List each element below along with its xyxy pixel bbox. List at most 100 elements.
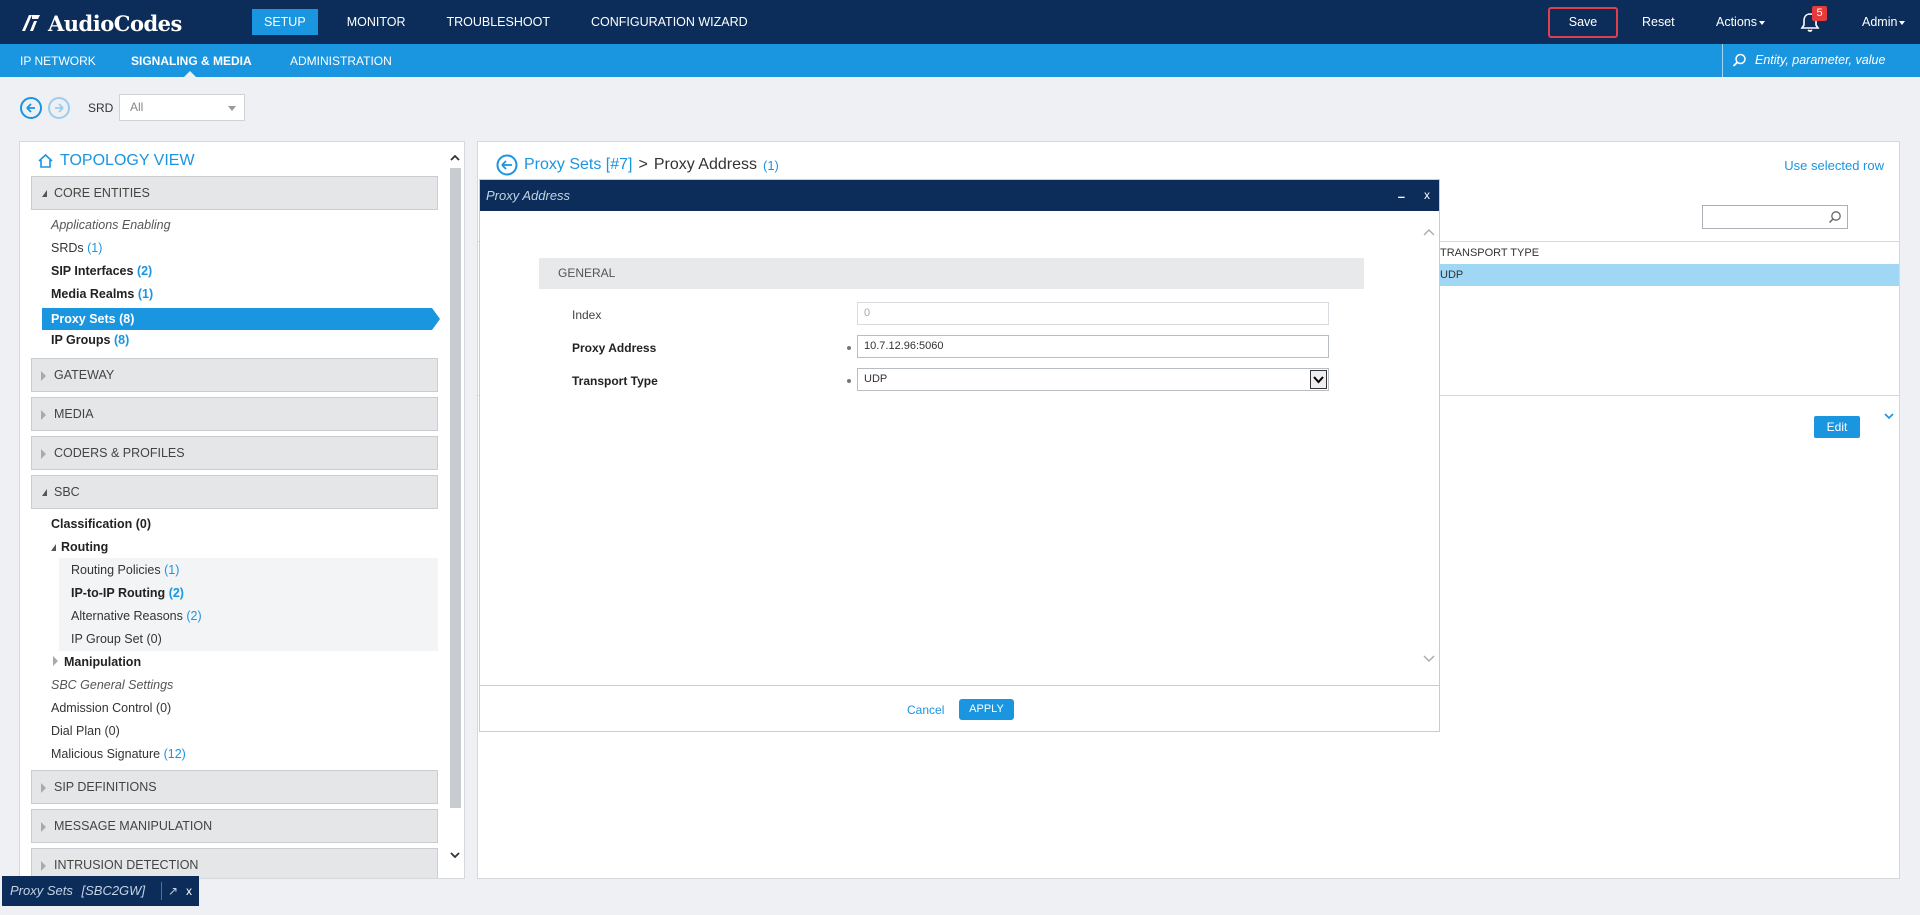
tree-item-media-realms[interactable]: Media Realms (1) [51,287,153,301]
dropdown-button[interactable] [1310,370,1327,389]
category-label: INTRUSION DETECTION [54,858,199,872]
top-bar: AudioCodes SETUP MONITOR TROUBLESHOOT CO… [0,0,1920,44]
category-label: CORE ENTITIES [54,186,150,200]
breadcrumb-current: Proxy Address [653,156,757,173]
category-media[interactable]: MEDIA [31,397,438,431]
table-search-input[interactable] [1702,205,1848,229]
cancel-button[interactable]: Cancel [907,703,944,717]
chevron-down-icon [1313,376,1324,384]
admin-menu[interactable]: Admin [1862,15,1906,29]
topology-view-link[interactable]: TOPOLOGY VIEW [37,152,195,170]
tab-label: Proxy Sets [10,883,73,898]
forward-button[interactable] [48,97,70,119]
use-selected-row-link[interactable]: Use selected row [1784,158,1884,173]
tab-context: [SBC2GW] [81,883,146,898]
dialog-footer-divider [480,685,1439,686]
tree-item-routing-policies[interactable]: Routing Policies (1) [71,563,179,577]
tree-item-srds[interactable]: SRDs (1) [51,241,102,255]
tree-item-manipulation[interactable]: Manipulation [53,655,141,669]
nav-configuration-wizard[interactable]: CONFIGURATION WIZARD [579,9,760,35]
tree-item-label: SRDs [51,241,84,255]
global-search[interactable]: Entity, parameter, value [1722,44,1920,77]
search-icon [1732,53,1746,67]
table-row[interactable]: UDP [1440,264,1899,286]
tree-item-sbc-general-settings[interactable]: SBC General Settings [51,678,173,692]
index-label: Index [572,308,602,322]
scrollbar-thumb[interactable] [450,168,461,808]
tree-item-count: (2) [136,264,153,278]
subnav-ip-network[interactable]: IP NETWORK [20,54,96,68]
back-button[interactable] [20,97,42,119]
close-tab-button[interactable]: x [186,876,192,906]
subnav-administration[interactable]: ADMINISTRATION [290,54,392,68]
tree-item-ip-groups[interactable]: IP Groups (8) [51,333,129,347]
category-gateway[interactable]: GATEWAY [31,358,438,392]
breadcrumb: Proxy Sets [#7] > Proxy Address (1) [496,154,779,176]
tree-item-malicious-signature[interactable]: Malicious Signature (12) [51,747,186,761]
reset-button[interactable]: Reset [1642,15,1675,29]
tree-item-proxy-sets[interactable]: Proxy Sets (8) [42,308,440,330]
category-label: SBC [54,485,80,499]
required-marker [847,379,851,383]
nav-monitor[interactable]: MONITOR [335,9,418,35]
tree-item-label: IP Groups [51,333,111,347]
audiocodes-logo[interactable]: AudioCodes [20,11,182,36]
close-button[interactable]: x [1424,180,1430,211]
tree-item-count: (8) [114,333,130,347]
tree-item-sip-interfaces[interactable]: SIP Interfaces (2) [51,264,152,278]
chevron-down-icon [1759,20,1765,25]
tree-item-ip-to-ip-routing[interactable]: IP-to-IP Routing (2) [71,586,184,600]
category-coders-profiles[interactable]: CODERS & PROFILES [31,436,438,470]
chevron-up-icon[interactable] [449,152,461,164]
tree-item-count: (12) [163,747,186,761]
category-sip-definitions[interactable]: SIP DEFINITIONS [31,770,438,804]
srd-select[interactable]: All [119,94,245,121]
category-core-entities[interactable]: CORE ENTITIES [31,176,438,210]
topology-scrollbar[interactable] [446,142,464,878]
category-label: SIP DEFINITIONS [54,780,157,794]
srd-label: SRD [88,101,114,115]
chevron-up-icon[interactable] [1423,227,1435,237]
category-message-manipulation[interactable]: MESSAGE MANIPULATION [31,809,438,843]
chevron-down-icon [228,106,236,111]
proxy-address-field[interactable]: 10.7.12.96:5060 [857,335,1329,358]
collapsed-arrow-icon [41,371,46,381]
transport-type-select[interactable]: UDP [857,368,1329,391]
tree-item-admission-control[interactable]: Admission Control (0) [51,701,171,715]
breadcrumb-parent-link[interactable]: Proxy Sets [#7] [524,156,633,174]
tree-item-label: Alternative Reasons [71,609,183,623]
chevron-down-icon[interactable] [1423,654,1435,664]
tree-item-classification[interactable]: Classification (0) [51,517,151,531]
required-marker [847,346,851,350]
subnav-signaling-media[interactable]: SIGNALING & MEDIA [131,54,252,68]
nav-troubleshoot[interactable]: TROUBLESHOOT [434,9,562,35]
chevron-down-icon[interactable] [1883,410,1895,422]
home-icon [38,153,53,168]
nav-setup[interactable]: SETUP [252,9,318,35]
collapsed-arrow-icon [41,822,46,832]
tree-item-label: Media Realms [51,287,135,301]
minimize-button[interactable]: – [1398,181,1405,212]
tree-item-applications-enabling[interactable]: Applications Enabling [51,218,171,232]
open-page-tab[interactable]: Proxy Sets [SBC2GW] ↗ x [2,876,199,906]
back-circle-icon[interactable] [496,154,518,176]
actions-menu[interactable]: Actions [1716,15,1765,29]
chevron-down-icon [1899,20,1906,25]
tree-item-dial-plan[interactable]: Dial Plan (0) [51,724,120,738]
tree-item-ip-group-set[interactable]: IP Group Set (0) [71,632,162,646]
save-button[interactable]: Save [1548,7,1618,38]
chevron-down-icon[interactable] [449,849,461,861]
column-header-transport-type[interactable]: TRANSPORT TYPE [1440,242,1899,264]
edit-button[interactable]: Edit [1814,416,1860,438]
breadcrumb-count: (1) [763,157,779,173]
category-sbc[interactable]: SBC [31,475,438,509]
popout-icon[interactable]: ↗ [168,876,178,906]
main-nav: SETUP MONITOR TROUBLESHOOT CONFIGURATION… [252,9,777,35]
tree-item-routing[interactable]: Routing [51,540,108,554]
apply-button[interactable]: APPLY [959,699,1014,720]
dialog-title-bar[interactable]: Proxy Address [480,180,1439,211]
tree-item-alternative-reasons[interactable]: Alternative Reasons (2) [71,609,202,623]
arrow-right-icon [55,103,64,113]
category-intrusion-detection[interactable]: INTRUSION DETECTION [31,848,438,878]
tree-item-label: Routing Policies [71,563,161,577]
